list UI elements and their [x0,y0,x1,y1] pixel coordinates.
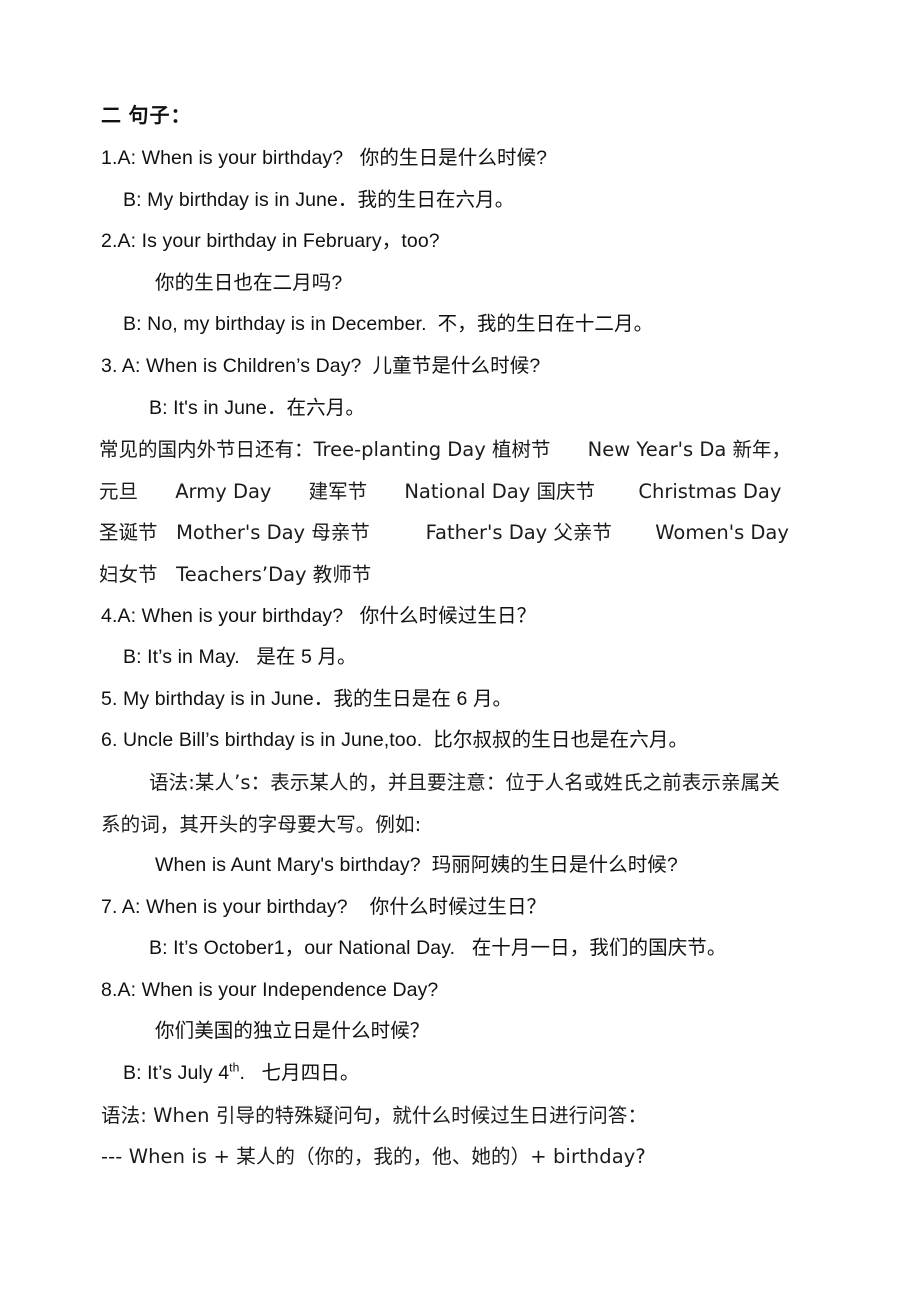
grammar-note-1-line-2: 系的词，其开头的字母要大写。例如: [101,812,422,836]
sentence-1a: 1.A: When is your birthday? 你的生日是什么时候? [101,147,548,169]
ordinal-suffix: th [229,1060,240,1075]
sentence-8b-prefix: B: It’s July 4 [123,1062,230,1085]
sentence-1b: B: My birthday is in June．我的生日在六月。 [123,188,515,211]
sentence-7a: 7. A: When is your birthday? 你什么时候过生日？ [101,895,547,918]
sentence-2b: B: No, my birthday is in December. 不，我的生… [123,313,654,336]
sentence-7b: B: It’s October1，our National Day. 在十月一日… [149,937,727,960]
festival-row-1: 常见的国内外节日还有：Tree-planting Day 植树节 New Yea… [99,438,792,462]
sentence-8b: B: It’s July 4th. 七月四日。 [97,1053,867,1095]
document-page: 二 句子： 1.A: When is your birthday? 你的生日是什… [0,0,920,1300]
sentence-4b: B: It’s in May. 是在 5 月。 [123,646,357,669]
festival-row-2: 元旦 Army Day 建军节 National Day 国庆节 Christm… [99,479,782,503]
document-body: 二 句子： 1.A: When is your birthday? 你的生日是什… [97,96,867,1178]
grammar-note-2-line-2: --- When is + 某人的（你的，我的，他、她的）+ birthday? [101,1145,646,1169]
grammar-note-1-example: When is Aunt Mary's birthday? 玛丽阿姨的生日是什么… [155,854,678,877]
festival-row-3: 圣诞节 Mother's Day 母亲节 Father's Day 父亲节 Wo… [99,521,789,545]
sentence-3a: 3. A: When is Children’s Day? 儿童节是什么时候? [101,354,541,377]
sentence-4a: 4.A: When is your birthday? 你什么时候过生日？ [101,604,537,627]
sentence-8a: 8.A: When is your Independence Day? [101,978,439,1001]
sentence-8a-translation: 你们美国的独立日是什么时候？ [155,1020,430,1043]
sentence-3b: B: It's in June．在六月。 [149,396,365,419]
sentence-6: 6. Uncle Bill’s birthday is in June,too.… [101,729,689,752]
sentence-5: 5. My birthday is in June．我的生日是在 6 月。 [101,687,513,710]
sentence-8b-suffix: . 七月四日。 [239,1062,360,1085]
section-heading: 二 句子： [101,105,192,127]
sentence-2a: 2.A: Is your birthday in February，too? [101,230,440,253]
grammar-note-1-line-1: 语法:某人’s：表示某人的，并且要注意：位于人名或姓氏之前表示亲属关 [149,770,780,794]
festival-row-4: 妇女节 Teachers’Day 教师节 [99,562,372,586]
grammar-note-2-line-1: 语法: When 引导的特殊疑问句，就什么时候过生日进行问答： [101,1103,648,1127]
sentence-2a-translation: 你的生日也在二月吗? [155,271,343,294]
